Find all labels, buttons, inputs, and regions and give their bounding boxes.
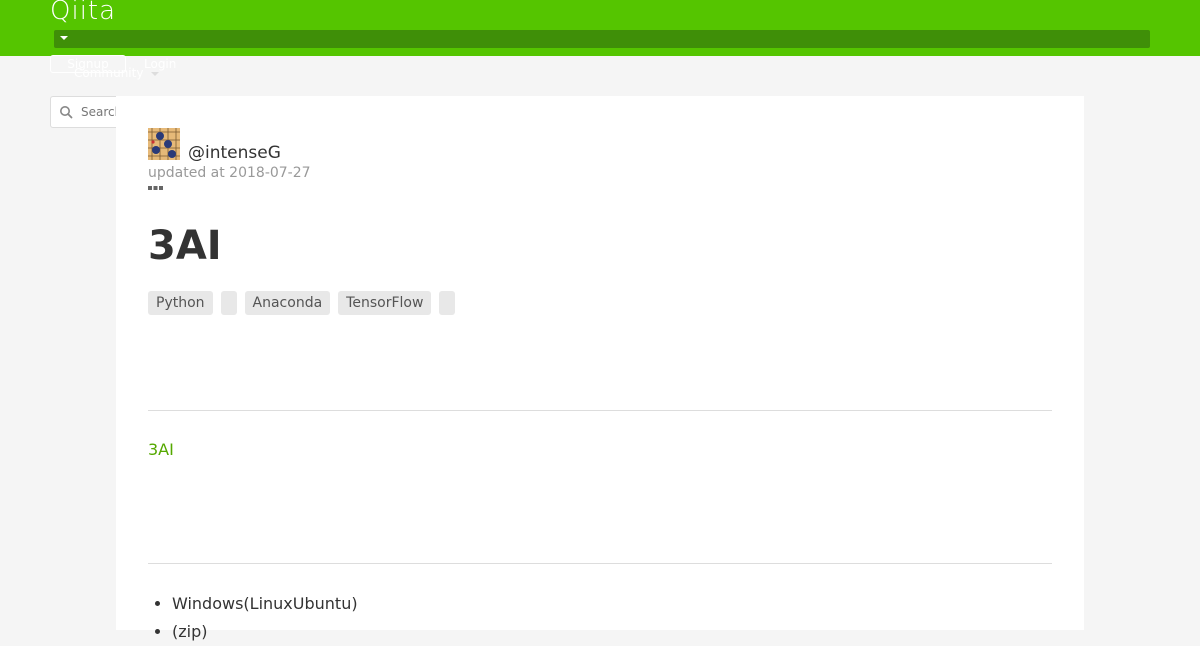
nav-dropdown-bar[interactable]	[54, 30, 1150, 48]
author-name[interactable]: @intenseG	[188, 143, 281, 163]
tag-empty[interactable]	[220, 291, 237, 315]
tag-tensorflow[interactable]: TensorFlow	[338, 291, 432, 315]
article-title: 3AI	[148, 223, 222, 269]
chevron-down-icon[interactable]	[60, 36, 68, 40]
body-link[interactable]: 3AI	[148, 440, 174, 459]
login-link[interactable]: Login	[144, 57, 176, 71]
updated-date: updated at 2018-07-27	[148, 165, 311, 181]
list-item: (zip)	[172, 618, 358, 646]
divider	[148, 410, 1052, 411]
top-navbar: Qiita	[0, 0, 1200, 56]
body-list: Windows(LinuxUbuntu) (zip)	[148, 590, 358, 646]
tag-empty[interactable]	[439, 291, 456, 315]
more-options-icon[interactable]	[148, 185, 164, 191]
tag-list: Python Anaconda TensorFlow	[148, 291, 456, 315]
tag-anaconda[interactable]: Anaconda	[244, 291, 331, 315]
qiita-logo[interactable]: Qiita	[50, 0, 116, 26]
chevron-down-icon[interactable]	[151, 72, 159, 76]
tag-python[interactable]: Python	[148, 291, 213, 315]
community-menu[interactable]: Community	[74, 66, 143, 80]
search-icon	[60, 106, 73, 119]
avatar[interactable]	[148, 128, 180, 160]
list-item: Windows(LinuxUbuntu)	[172, 590, 358, 618]
divider	[148, 563, 1052, 564]
